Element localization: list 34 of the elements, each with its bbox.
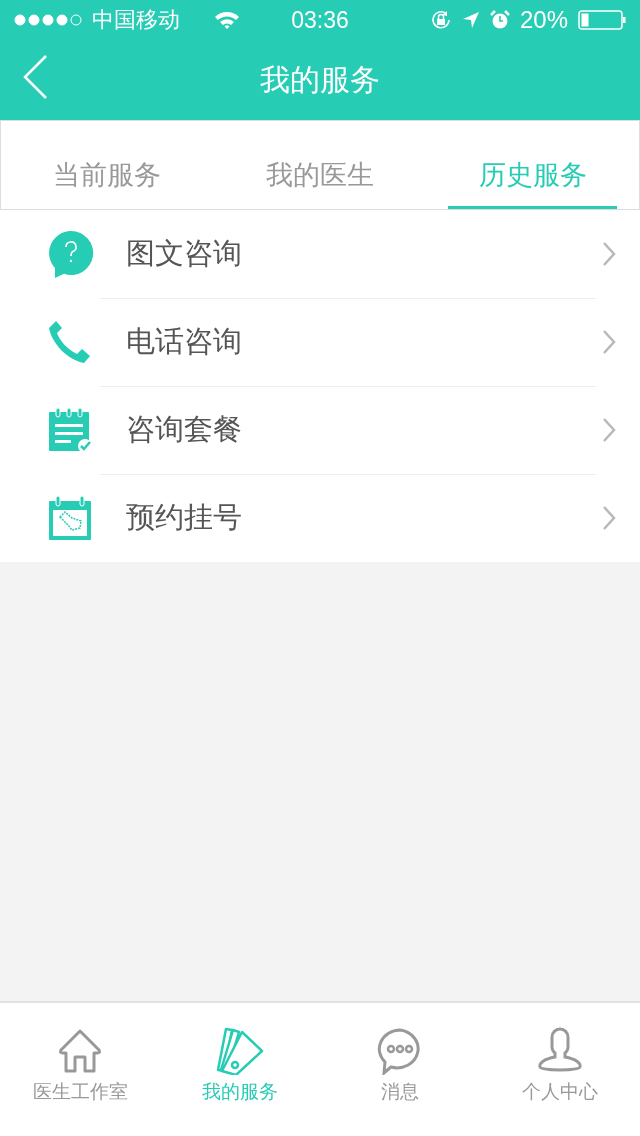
chevron-right-icon [602, 505, 616, 531]
tab[interactable]: 当前服务 [23, 151, 192, 209]
chevron-right-icon [602, 241, 616, 267]
signal-icon [14, 14, 82, 26]
notepad-icon [48, 407, 92, 453]
service-label: 图文咨询 [126, 235, 242, 272]
service-item[interactable]: 预约挂号 [0, 474, 640, 562]
tab-bar-item[interactable]: 我的服务 [160, 1003, 320, 1136]
service-label: 咨询套餐 [126, 411, 242, 448]
wifi-icon [214, 11, 240, 29]
service-label: 电话咨询 [126, 323, 242, 360]
chevron-right-icon [602, 417, 616, 443]
phone-icon [48, 320, 92, 364]
carrier-name: 中国移动 [92, 6, 180, 34]
tab[interactable]: 我的医生 [235, 151, 405, 209]
rotation-lock-icon [429, 9, 452, 31]
alarm-clock-icon [489, 10, 510, 30]
house-icon [56, 1027, 104, 1075]
chevron-right-icon [602, 329, 616, 355]
question-bubble-icon [48, 230, 94, 278]
page-title: 我的服务 [260, 60, 380, 99]
service-label: 预约挂号 [126, 499, 242, 536]
clock-time: 03:36 [291, 6, 349, 34]
service-item[interactable]: 图文咨询 [0, 210, 640, 298]
tab-bar-item[interactable]: 个人中心 [480, 1003, 640, 1136]
location-arrow-icon [461, 11, 480, 29]
service-item[interactable]: 电话咨询 [0, 298, 640, 386]
cards-fan-icon [216, 1027, 264, 1075]
tab-bar-item[interactable]: 医生工作室 [0, 1003, 160, 1136]
battery-percent: 20% [519, 6, 568, 34]
service-item[interactable]: 咨询套餐 [0, 386, 640, 474]
battery-icon [578, 10, 626, 30]
calendar-hand-icon [48, 495, 92, 541]
tab-bar-item[interactable]: 消息 [320, 1003, 480, 1136]
